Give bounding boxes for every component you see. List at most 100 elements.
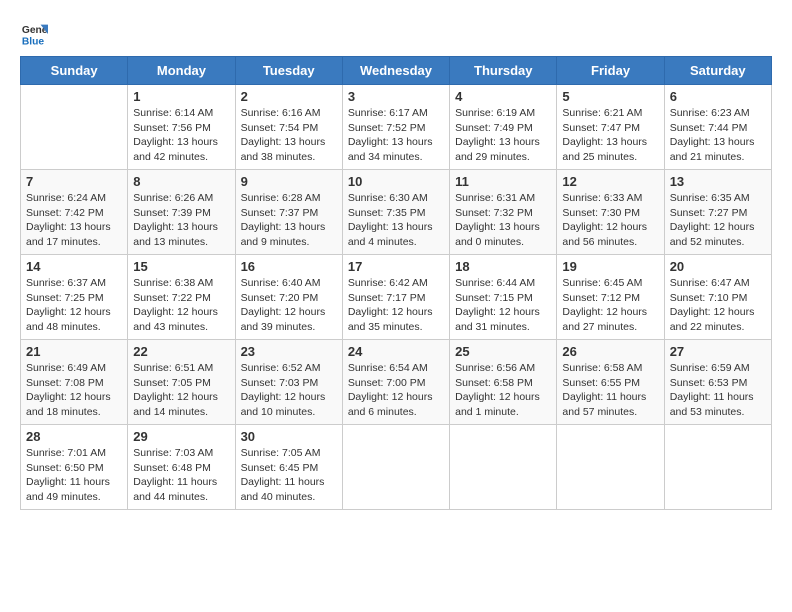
header-wednesday: Wednesday bbox=[342, 57, 449, 85]
day-info: Sunrise: 6:35 AMSunset: 7:27 PMDaylight:… bbox=[670, 191, 766, 250]
day-info: Sunrise: 6:54 AMSunset: 7:00 PMDaylight:… bbox=[348, 361, 444, 420]
day-info: Sunrise: 6:16 AMSunset: 7:54 PMDaylight:… bbox=[241, 106, 337, 165]
day-info: Sunrise: 6:14 AMSunset: 7:56 PMDaylight:… bbox=[133, 106, 229, 165]
day-info: Sunrise: 6:58 AMSunset: 6:55 PMDaylight:… bbox=[562, 361, 658, 420]
calendar-cell: 22Sunrise: 6:51 AMSunset: 7:05 PMDayligh… bbox=[128, 340, 235, 425]
calendar-cell bbox=[342, 425, 449, 510]
calendar-cell: 19 Sunrise: 6:45 AMSunset: 7:12 PMDayligh… bbox=[557, 255, 664, 340]
header-friday: Friday bbox=[557, 57, 664, 85]
week-row-2: 7 Sunrise: 6:24 AMSunset: 7:42 PMDaylight… bbox=[21, 170, 772, 255]
calendar-cell: 24 Sunrise: 6:54 AMSunset: 7:00 PMDayligh… bbox=[342, 340, 449, 425]
day-info: Sunrise: 7:01 AMSunset: 6:50 PMDaylight:… bbox=[26, 446, 122, 505]
day-info: Sunrise: 7:03 AMSunset: 6:48 PMDaylight:… bbox=[133, 446, 229, 505]
day-info: Sunrise: 6:42 AMSunset: 7:17 PMDaylight:… bbox=[348, 276, 444, 335]
header-sunday: Sunday bbox=[21, 57, 128, 85]
calendar-cell: 10Sunrise: 6:30 AMSunset: 7:35 PMDayligh… bbox=[342, 170, 449, 255]
calendar-cell: 8 Sunrise: 6:26 AMSunset: 7:39 PMDaylight… bbox=[128, 170, 235, 255]
day-number: 5 bbox=[562, 89, 658, 104]
header-row: SundayMondayTuesdayWednesdayThursdayFrid… bbox=[21, 57, 772, 85]
day-info: Sunrise: 6:19 AMSunset: 7:49 PMDaylight:… bbox=[455, 106, 551, 165]
calendar-cell: 20 Sunrise: 6:47 AMSunset: 7:10 PMDayligh… bbox=[664, 255, 771, 340]
logo: General Blue bbox=[20, 20, 52, 48]
day-info: Sunrise: 6:23 AMSunset: 7:44 PMDaylight:… bbox=[670, 106, 766, 165]
calendar-cell: 14 Sunrise: 6:37 AMSunset: 7:25 PMDayligh… bbox=[21, 255, 128, 340]
calendar-cell: 1 Sunrise: 6:14 AMSunset: 7:56 PMDaylight… bbox=[128, 85, 235, 170]
calendar-cell: 18Sunrise: 6:44 AMSunset: 7:15 PMDayligh… bbox=[450, 255, 557, 340]
calendar-cell: 17Sunrise: 6:42 AMSunset: 7:17 PMDayligh… bbox=[342, 255, 449, 340]
header-monday: Monday bbox=[128, 57, 235, 85]
day-number: 4 bbox=[455, 89, 551, 104]
day-info: Sunrise: 6:26 AMSunset: 7:39 PMDaylight:… bbox=[133, 191, 229, 250]
calendar-cell: 11 Sunrise: 6:31 AMSunset: 7:32 PMDayligh… bbox=[450, 170, 557, 255]
day-info: Sunrise: 7:05 AMSunset: 6:45 PMDaylight:… bbox=[241, 446, 337, 505]
week-row-3: 14 Sunrise: 6:37 AMSunset: 7:25 PMDayligh… bbox=[21, 255, 772, 340]
calendar-cell bbox=[450, 425, 557, 510]
day-number: 29 bbox=[133, 429, 229, 444]
day-number: 18 bbox=[455, 259, 551, 274]
day-info: Sunrise: 6:45 AMSunset: 7:12 PMDaylight:… bbox=[562, 276, 658, 335]
day-number: 20 bbox=[670, 259, 766, 274]
calendar-cell: 13 Sunrise: 6:35 AMSunset: 7:27 PMDayligh… bbox=[664, 170, 771, 255]
calendar-cell: 5 Sunrise: 6:21 AMSunset: 7:47 PMDaylight… bbox=[557, 85, 664, 170]
day-number: 24 bbox=[348, 344, 444, 359]
day-number: 8 bbox=[133, 174, 229, 189]
day-number: 26 bbox=[562, 344, 658, 359]
svg-text:Blue: Blue bbox=[22, 36, 45, 47]
day-info: Sunrise: 6:59 AMSunset: 6:53 PMDaylight:… bbox=[670, 361, 766, 420]
day-number: 6 bbox=[670, 89, 766, 104]
day-number: 11 bbox=[455, 174, 551, 189]
calendar-cell: 26 Sunrise: 6:58 AMSunset: 6:55 PMDayligh… bbox=[557, 340, 664, 425]
calendar-cell bbox=[664, 425, 771, 510]
day-info: Sunrise: 6:47 AMSunset: 7:10 PMDaylight:… bbox=[670, 276, 766, 335]
calendar-body: 1 Sunrise: 6:14 AMSunset: 7:56 PMDaylight… bbox=[21, 85, 772, 510]
day-number: 15 bbox=[133, 259, 229, 274]
day-info: Sunrise: 6:38 AMSunset: 7:22 PMDaylight:… bbox=[133, 276, 229, 335]
week-row-1: 1 Sunrise: 6:14 AMSunset: 7:56 PMDaylight… bbox=[21, 85, 772, 170]
header-tuesday: Tuesday bbox=[235, 57, 342, 85]
calendar-cell: 4 Sunrise: 6:19 AMSunset: 7:49 PMDaylight… bbox=[450, 85, 557, 170]
day-number: 30 bbox=[241, 429, 337, 444]
day-number: 14 bbox=[26, 259, 122, 274]
calendar-cell: 6 Sunrise: 6:23 AMSunset: 7:44 PMDaylight… bbox=[664, 85, 771, 170]
week-row-4: 21Sunrise: 6:49 AMSunset: 7:08 PMDayligh… bbox=[21, 340, 772, 425]
calendar-cell: 27 Sunrise: 6:59 AMSunset: 6:53 PMDayligh… bbox=[664, 340, 771, 425]
calendar-table: SundayMondayTuesdayWednesdayThursdayFrid… bbox=[20, 56, 772, 510]
day-number: 7 bbox=[26, 174, 122, 189]
day-number: 23 bbox=[241, 344, 337, 359]
calendar-cell: 7 Sunrise: 6:24 AMSunset: 7:42 PMDaylight… bbox=[21, 170, 128, 255]
calendar-cell bbox=[557, 425, 664, 510]
day-number: 27 bbox=[670, 344, 766, 359]
calendar-cell: 25Sunrise: 6:56 AMSunset: 6:58 PMDayligh… bbox=[450, 340, 557, 425]
day-number: 25 bbox=[455, 344, 551, 359]
page-header: General Blue bbox=[20, 20, 772, 48]
day-number: 1 bbox=[133, 89, 229, 104]
day-info: Sunrise: 6:37 AMSunset: 7:25 PMDaylight:… bbox=[26, 276, 122, 335]
calendar-header: SundayMondayTuesdayWednesdayThursdayFrid… bbox=[21, 57, 772, 85]
calendar-cell: 15 Sunrise: 6:38 AMSunset: 7:22 PMDayligh… bbox=[128, 255, 235, 340]
day-info: Sunrise: 6:28 AMSunset: 7:37 PMDaylight:… bbox=[241, 191, 337, 250]
day-number: 9 bbox=[241, 174, 337, 189]
day-number: 3 bbox=[348, 89, 444, 104]
day-number: 21 bbox=[26, 344, 122, 359]
calendar-cell: 28 Sunrise: 7:01 AMSunset: 6:50 PMDayligh… bbox=[21, 425, 128, 510]
day-number: 10 bbox=[348, 174, 444, 189]
calendar-cell bbox=[21, 85, 128, 170]
day-number: 2 bbox=[241, 89, 337, 104]
day-info: Sunrise: 6:33 AMSunset: 7:30 PMDaylight:… bbox=[562, 191, 658, 250]
day-info: Sunrise: 6:40 AMSunset: 7:20 PMDaylight:… bbox=[241, 276, 337, 335]
day-number: 16 bbox=[241, 259, 337, 274]
calendar-cell: 9 Sunrise: 6:28 AMSunset: 7:37 PMDaylight… bbox=[235, 170, 342, 255]
calendar-cell: 30 Sunrise: 7:05 AMSunset: 6:45 PMDayligh… bbox=[235, 425, 342, 510]
calendar-cell: 23Sunrise: 6:52 AMSunset: 7:03 PMDayligh… bbox=[235, 340, 342, 425]
day-number: 28 bbox=[26, 429, 122, 444]
day-number: 12 bbox=[562, 174, 658, 189]
day-info: Sunrise: 6:24 AMSunset: 7:42 PMDaylight:… bbox=[26, 191, 122, 250]
header-thursday: Thursday bbox=[450, 57, 557, 85]
day-number: 19 bbox=[562, 259, 658, 274]
header-saturday: Saturday bbox=[664, 57, 771, 85]
day-info: Sunrise: 6:21 AMSunset: 7:47 PMDaylight:… bbox=[562, 106, 658, 165]
calendar-cell: 2 Sunrise: 6:16 AMSunset: 7:54 PMDaylight… bbox=[235, 85, 342, 170]
day-number: 13 bbox=[670, 174, 766, 189]
week-row-5: 28 Sunrise: 7:01 AMSunset: 6:50 PMDayligh… bbox=[21, 425, 772, 510]
day-info: Sunrise: 6:31 AMSunset: 7:32 PMDaylight:… bbox=[455, 191, 551, 250]
